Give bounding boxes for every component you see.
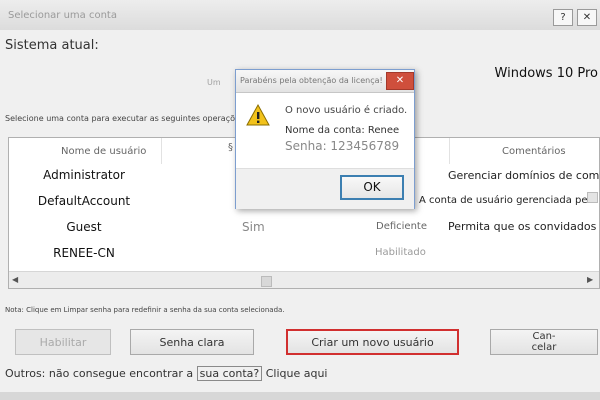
table-row-status: Habilitado (375, 247, 426, 258)
cancel-button[interactable]: Can- celar (490, 329, 598, 355)
close-button[interactable]: ✕ (577, 9, 597, 26)
current-system-value: Windows 10 Pro (494, 66, 598, 81)
dialog-close-button[interactable]: ✕ (386, 72, 414, 90)
ok-button[interactable]: OK (340, 175, 404, 200)
column-divider (161, 138, 162, 164)
dialog-account-name: Nome da conta: Renee (285, 125, 400, 136)
column-divider (449, 138, 450, 164)
column-header-comments[interactable]: Comentários (502, 146, 566, 157)
table-row-comment: Gerenciar domínios de computa (448, 169, 600, 182)
find-account-link[interactable]: sua conta? (196, 366, 263, 381)
table-row-admin: Sim (242, 220, 265, 234)
window-bottom-edge (0, 392, 600, 400)
dialog-title: Parabéns pela obtenção da licença! (240, 76, 383, 85)
table-row-status: Deficiente (376, 221, 427, 232)
enable-button[interactable]: Habilitar (15, 329, 111, 355)
vertical-scrollbar-thumb[interactable] (587, 192, 598, 203)
title-bar: Selecionar uma conta ? ✕ (0, 0, 600, 30)
table-row-name[interactable]: Administrator (19, 168, 149, 182)
cancel-label-line2: celar (531, 342, 557, 353)
table-row-name[interactable]: RENEE-CN (19, 246, 149, 260)
table-row-comment: Permita que os convidados ace (448, 220, 599, 233)
success-dialog: Parabéns pela obtenção da licença! ✕ O n… (235, 69, 415, 209)
scroll-right-arrow-icon[interactable]: ▶ (587, 275, 593, 284)
dialog-password: Senha: 123456789 (285, 139, 400, 153)
help-prefix: Outros: não consegue encontrar a (5, 367, 194, 380)
scrollbar-thumb[interactable] (261, 276, 272, 287)
help-button[interactable]: ? (553, 9, 573, 26)
dialog-message: O novo usuário é criado. (285, 105, 408, 116)
current-system-label: Sistema atual: (5, 38, 99, 53)
table-row-name[interactable]: Guest (19, 220, 149, 234)
note-text: Nota: Clique em Limpar senha para redefi… (5, 306, 285, 314)
dialog-footer: OK (236, 168, 414, 209)
cancel-label-line1: Can- (532, 331, 556, 342)
create-new-user-button[interactable]: Criar um novo usuário (286, 329, 459, 355)
scroll-left-arrow-icon[interactable]: ◀ (12, 275, 18, 284)
window-title: Selecionar uma conta (8, 10, 117, 21)
column-header-hidden: § (228, 142, 233, 153)
table-row-name[interactable]: DefaultAccount (19, 194, 149, 208)
table-row-comment: A conta de usuário gerenciada pelo sis (419, 195, 600, 206)
click-here-link[interactable]: Clique aqui (266, 367, 328, 380)
horizontal-scrollbar[interactable]: ◀ ▶ (9, 271, 599, 288)
help-line: Outros: não consegue encontrar a sua con… (5, 366, 328, 381)
warning-icon (246, 103, 270, 126)
instructions-text: Selecione uma conta para executar as seg… (5, 114, 247, 123)
column-header-username[interactable]: Nome de usuário (61, 146, 146, 157)
partial-license-text: Um (207, 78, 221, 87)
dialog-title-bar: Parabéns pela obtenção da licença! ✕ (236, 70, 414, 93)
clear-password-button[interactable]: Senha clara (130, 329, 254, 355)
